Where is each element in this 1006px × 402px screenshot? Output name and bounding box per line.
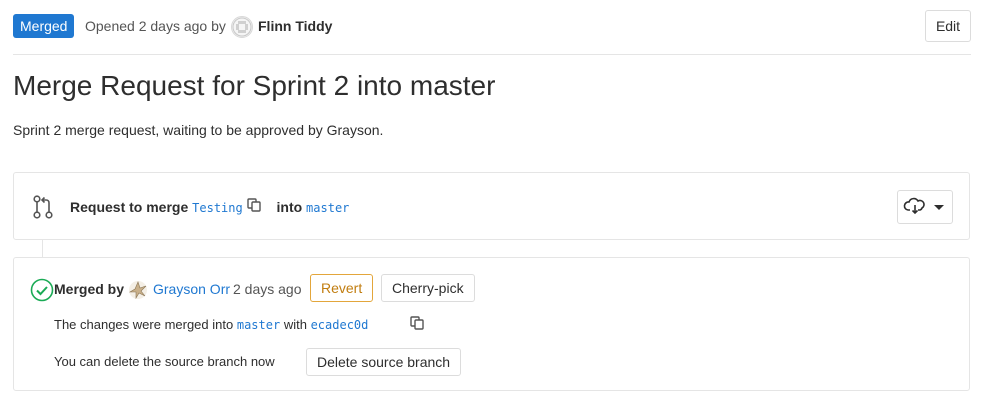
merger-avatar[interactable]	[128, 280, 148, 303]
cloud-download-icon	[903, 197, 925, 215]
opened-text: Opened 2 days ago by	[85, 18, 226, 34]
merge-commit-info: The changes were merged into master with…	[54, 317, 369, 332]
check-circle-icon	[30, 278, 54, 305]
commit-sha[interactable]: ecadec0d	[311, 318, 369, 332]
source-branch[interactable]: Testing	[192, 201, 243, 215]
revert-button[interactable]: Revert	[310, 274, 374, 302]
author-avatar[interactable]	[231, 16, 253, 38]
into-label: into	[276, 199, 303, 215]
merger-name[interactable]: Grayson Orr	[153, 281, 230, 297]
request-prefix: Request to merge	[70, 199, 189, 215]
edit-button[interactable]: Edit	[925, 10, 971, 42]
copy-commit-icon[interactable]	[410, 316, 424, 333]
avatar-icon	[128, 281, 147, 300]
chevron-down-icon	[934, 205, 944, 210]
merged-by-label: Merged by	[54, 281, 125, 297]
page-title: Merge Request for Sprint 2 into master	[13, 70, 496, 101]
merged-widget: Merged by Grayson Orr 2 days ago Revert …	[13, 257, 970, 391]
mr-description: Sprint 2 merge request, waiting to be ap…	[13, 122, 384, 138]
copy-icon[interactable]	[247, 198, 261, 215]
delete-source-branch-button[interactable]: Delete source branch	[306, 348, 462, 376]
author-name[interactable]: Flinn Tiddy	[258, 18, 332, 34]
merged-time: 2 days ago	[233, 281, 302, 297]
avatar-icon	[232, 17, 252, 37]
cherry-pick-button[interactable]: Cherry-pick	[381, 274, 475, 302]
delete-branch-text: You can delete the source branch now	[54, 354, 275, 369]
download-dropdown-button[interactable]	[897, 190, 953, 224]
status-badge: Merged	[13, 14, 75, 38]
request-to-merge-text: Request to merge Testing into master	[70, 199, 349, 215]
merge-request-widget: Request to merge Testing into master	[13, 172, 970, 240]
target-branch[interactable]: master	[306, 201, 349, 215]
timeline-connector	[42, 240, 43, 258]
merge-request-icon	[32, 195, 54, 222]
mr-header: Merged Opened 2 days ago by Flinn Tiddy …	[13, 10, 971, 55]
merged-target-branch[interactable]: master	[237, 318, 280, 332]
